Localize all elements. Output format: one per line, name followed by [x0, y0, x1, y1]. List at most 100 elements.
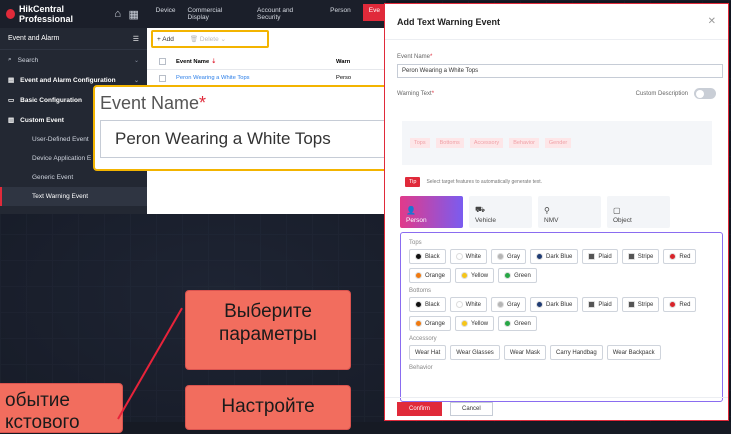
row-checkbox[interactable]	[159, 74, 166, 82]
chip-label: Yellow	[471, 320, 489, 327]
tops-color-chip[interactable]: Orange	[409, 268, 452, 283]
accessory-chip[interactable]: Wear Hat	[409, 345, 447, 360]
bottoms-color-chip[interactable]: Plaid	[582, 297, 618, 312]
tops-color-chip[interactable]: Plaid	[582, 249, 618, 264]
sidebar-item-text-warning-event[interactable]: Text Warning Event	[0, 187, 147, 206]
tops-color-chip[interactable]: White	[449, 249, 488, 264]
toolbar-highlight-box	[151, 30, 269, 48]
sidebar-item-label: Event and Alarm Configuration	[20, 76, 116, 84]
color-swatch-icon	[415, 301, 422, 308]
annotation-event-partial-line2: кстового	[5, 411, 80, 433]
chip-label: Wear Glasses	[456, 349, 494, 356]
warning-text-area[interactable]: Tops Bottoms Accessory Behavior Gender	[402, 121, 712, 165]
color-swatch-icon	[627, 253, 635, 260]
target-object[interactable]: ▢ Object	[607, 196, 670, 228]
warning-chip-accessory: Accessory	[469, 138, 504, 148]
tops-color-chip[interactable]: Yellow	[455, 268, 495, 283]
nav-person[interactable]: Person	[330, 7, 351, 21]
target-vehicle[interactable]: ⛟ Vehicle	[469, 196, 532, 228]
sort-icon[interactable]: ⇣	[211, 59, 216, 65]
warning-chip-behavior: Behavior	[509, 138, 539, 148]
custom-description-toggle[interactable]	[694, 88, 716, 99]
select-all-checkbox[interactable]	[159, 58, 166, 65]
top-bar: HikCentral Professional ⌂ ▦ Device Comme…	[0, 0, 386, 28]
warning-text-row: Warning Text* Custom Description	[397, 88, 716, 99]
color-swatch-icon	[588, 253, 596, 260]
annotation-select-params: Выберите параметры	[185, 290, 351, 370]
close-icon[interactable]: ✕	[708, 16, 716, 27]
color-swatch-icon	[415, 320, 422, 327]
nav-commercial-display[interactable]: Commercial Display	[188, 7, 246, 21]
annotation-configure-text: Настройте	[221, 396, 315, 417]
bottoms-color-chip[interactable]: Orange	[409, 316, 452, 331]
custom-description-label: Custom Description	[635, 90, 688, 97]
event-name-label-text: Event Name	[397, 54, 431, 60]
event-name-field[interactable]: Peron Wearing a White Tops	[397, 64, 723, 78]
target-vehicle-label: Vehicle	[475, 217, 496, 224]
chevron-down-icon: ⌄	[133, 77, 139, 84]
chip-label: Red	[679, 301, 691, 308]
tops-color-chip[interactable]: Stripe	[621, 249, 660, 264]
nav-event[interactable]: Eve	[362, 4, 386, 21]
tops-color-chip[interactable]: Dark Blue	[530, 249, 579, 264]
event-name-link[interactable]: Peron Wearing a White Tops	[176, 75, 250, 81]
accessory-chip[interactable]: Wear Mask	[503, 345, 547, 360]
sidebar-search[interactable]: ⌕ Search ⌄	[0, 50, 147, 70]
color-swatch-icon	[669, 253, 677, 260]
callout-event-name-field: Peron Wearing a White Tops	[100, 120, 400, 158]
tops-color-chip[interactable]: Green	[498, 268, 537, 283]
app-logo[interactable]: HikCentral Professional	[0, 4, 110, 24]
bottoms-color-chip[interactable]: Dark Blue	[530, 297, 579, 312]
bicycle-icon: ⚲	[544, 206, 550, 215]
chip-label: Dark Blue	[546, 253, 573, 260]
column-warning[interactable]: Warn	[336, 59, 350, 65]
accessory-chip[interactable]: Wear Glasses	[450, 345, 500, 360]
tip-row: Tip Select target features to automatica…	[405, 177, 728, 187]
accessory-chip[interactable]: Wear Backpack	[606, 345, 661, 360]
target-type-selector: 👤 Person ⛟ Vehicle ⚲ NMV ▢ Object	[400, 196, 728, 228]
chip-label: Dark Blue	[546, 301, 573, 308]
required-asterisk: *	[431, 90, 435, 97]
color-swatch-icon	[669, 301, 677, 308]
table-row[interactable]: Peron Wearing a White Tops Perso	[147, 70, 386, 86]
bottoms-color-chip[interactable]: Red	[663, 297, 697, 312]
chip-label: Stripe	[637, 301, 654, 308]
target-nmv[interactable]: ⚲ NMV	[538, 196, 601, 228]
bottoms-color-chip[interactable]: White	[449, 297, 488, 312]
chevron-down-icon: ⌄	[133, 57, 139, 64]
app-grid-icon[interactable]: ▦	[126, 8, 142, 21]
tops-color-chip[interactable]: Gray	[491, 249, 527, 264]
bottoms-color-chip[interactable]: Stripe	[621, 297, 660, 312]
config-icon: ▤	[8, 77, 15, 84]
color-swatch-icon	[504, 320, 512, 327]
target-person[interactable]: 👤 Person	[400, 196, 463, 228]
warning-chip-bottoms: Bottoms	[435, 138, 464, 148]
bottoms-group-label: Bottoms	[409, 288, 432, 294]
collapse-menu-icon[interactable]: ☰	[133, 35, 139, 43]
tops-color-chip[interactable]: Red	[663, 249, 697, 264]
color-swatch-icon	[461, 320, 469, 327]
cancel-button[interactable]: Cancel	[450, 402, 493, 416]
home-icon[interactable]: ⌂	[110, 8, 126, 20]
color-swatch-icon	[588, 301, 596, 308]
chip-label: Plaid	[598, 301, 612, 308]
nav-account-security[interactable]: Account and Security	[257, 7, 318, 21]
brand-logo-icon	[6, 9, 15, 19]
row-warning-cell: Perso	[336, 75, 352, 81]
column-event-name[interactable]: Event Name ⇣	[176, 59, 336, 65]
bottoms-color-chip[interactable]: Yellow	[455, 316, 495, 331]
bottoms-color-chip[interactable]: Gray	[491, 297, 527, 312]
warning-text-label-text: Warning Text	[397, 90, 432, 97]
tops-group-label: Tops	[409, 240, 422, 246]
nav-device[interactable]: Device	[156, 7, 176, 21]
bottoms-color-chip[interactable]: Black	[409, 297, 446, 312]
chip-label: Gray	[507, 301, 521, 308]
callout-label-text: Event Name	[100, 93, 200, 113]
tops-color-chip[interactable]: Black	[409, 249, 446, 264]
bottoms-chip-list: Black White Gray Dark Blue Plaid Stripe Red Ora…	[409, 297, 714, 331]
confirm-button[interactable]: Confirm	[397, 402, 443, 416]
chip-label: Orange	[425, 320, 446, 327]
accessory-chip[interactable]: Carry Handbag	[550, 345, 603, 360]
callout-label: Event Name*	[100, 93, 206, 114]
bottoms-color-chip[interactable]: Green	[498, 316, 537, 331]
